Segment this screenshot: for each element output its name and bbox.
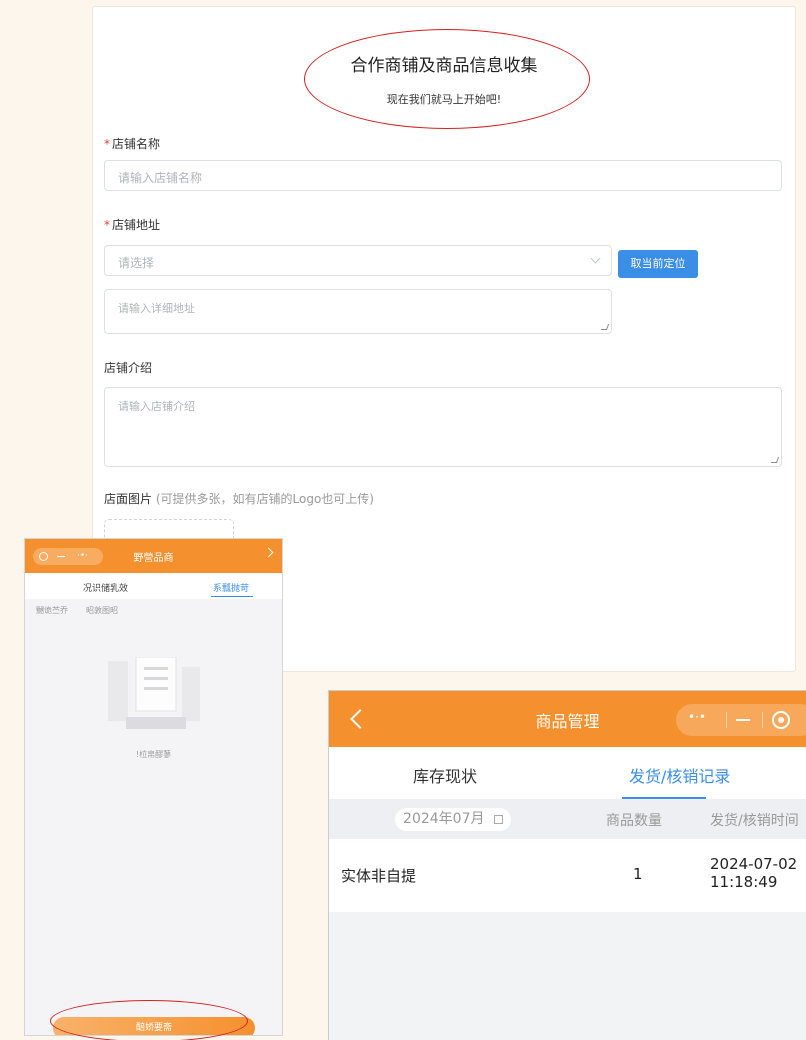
form-title: 合作商铺及商品信息收集 bbox=[350, 56, 538, 76]
detail-address-placeholder: 请输入详细地址 bbox=[118, 302, 195, 315]
resize-handle-icon[interactable] bbox=[600, 324, 610, 330]
phone-right-tabs: 库存现状 发货/核销记录 bbox=[329, 747, 806, 799]
date-filter-value: 2024年07月 bbox=[403, 811, 485, 827]
phone-screenshot-left: ·•· 野營品商 况识储乳效 系瓢抛苛 嬲诡苎乔 昭敦图昭 !柆帛醪蓼 醅娇要斋 bbox=[24, 538, 283, 1036]
record-icon-dot bbox=[778, 717, 784, 723]
region-select[interactable]: 请选择 bbox=[104, 245, 612, 276]
more-icon[interactable]: •·• bbox=[688, 710, 706, 724]
shop-name-input[interactable]: 请输入店铺名称 bbox=[104, 160, 782, 191]
column-header-quantity: 商品数量 bbox=[606, 813, 662, 829]
required-mark: * bbox=[104, 137, 110, 151]
shop-intro-placeholder: 请输入店铺介绍 bbox=[118, 400, 195, 413]
tab-inventory[interactable]: 库存现状 bbox=[413, 763, 477, 787]
form-subtitle: 现在我们就马上开始吧! bbox=[386, 93, 502, 106]
cell-time-clock: 11:18:49 bbox=[710, 873, 778, 891]
shop-address-label: * 店铺地址 bbox=[104, 216, 160, 233]
required-mark: * bbox=[104, 218, 110, 232]
date-filter[interactable]: 2024年07月 bbox=[395, 808, 511, 831]
phone-left-header: ·•· 野營品商 bbox=[25, 539, 282, 573]
tab-underline bbox=[211, 596, 253, 597]
phone-screenshot-right: 商品管理 •·• 库存现状 发货/核销记录 2024年07月 商品数量 发货/核… bbox=[328, 690, 806, 1040]
tab-shipping-records[interactable]: 发货/核销记录 bbox=[629, 763, 730, 787]
cell-quantity: 1 bbox=[633, 865, 643, 883]
shop-images-label: 店面图片 (可提供多张，如有店铺的Logo也可上传) bbox=[104, 490, 374, 507]
phone-left-bottom-button[interactable]: 醅娇要斋 bbox=[53, 1017, 255, 1035]
divider bbox=[726, 712, 727, 728]
cell-product-name: 实体非自提 bbox=[341, 867, 417, 885]
shop-intro-label: 店铺介绍 bbox=[104, 361, 153, 375]
phone-left-title: 野營品商 bbox=[133, 553, 174, 564]
sub-item-1[interactable]: 嬲诡苎乔 bbox=[36, 605, 68, 616]
shop-name-label-text: 店铺名称 bbox=[112, 137, 161, 151]
capsule-menu[interactable]: •·• bbox=[676, 704, 806, 736]
phone-left-tabs: 况识储乳效 系瓢抛苛 bbox=[25, 573, 282, 599]
resize-handle-icon[interactable] bbox=[770, 457, 780, 463]
chevron-down-icon bbox=[590, 253, 601, 264]
empty-state-text: !柆帛醪蓼 bbox=[135, 750, 172, 759]
minimize-icon[interactable] bbox=[736, 719, 750, 721]
detail-address-textarea[interactable]: 请输入详细地址 bbox=[104, 289, 612, 334]
calendar-icon bbox=[493, 814, 503, 824]
filter-header-row: 2024年07月 商品数量 发货/核销时间 bbox=[329, 799, 806, 839]
column-header-time: 发货/核销时间 bbox=[710, 813, 799, 829]
tab-left-2[interactable]: 系瓢抛苛 bbox=[213, 581, 249, 594]
annotation-ellipse bbox=[304, 29, 590, 129]
shop-address-label-text: 店铺地址 bbox=[112, 218, 161, 232]
region-select-placeholder: 请选择 bbox=[118, 256, 155, 270]
tab-left-1[interactable]: 况识储乳效 bbox=[83, 581, 128, 594]
shop-intro-textarea[interactable]: 请输入店铺介绍 bbox=[104, 387, 782, 467]
shop-images-hint: (可提供多张，如有店铺的Logo也可上传) bbox=[155, 492, 374, 506]
locate-button[interactable]: 取当前定位 bbox=[618, 250, 698, 278]
shop-name-label: * 店铺名称 bbox=[104, 135, 160, 152]
sub-item-2[interactable]: 昭敦图昭 bbox=[86, 605, 118, 616]
empty-state-illustration bbox=[108, 657, 200, 729]
table-row[interactable]: 实体非自提 1 2024-07-02 11:18:49 bbox=[329, 839, 806, 912]
cell-time-date: 2024-07-02 bbox=[710, 855, 798, 873]
shop-images-label-text: 店面图片 bbox=[104, 492, 153, 506]
divider bbox=[762, 712, 763, 728]
phone-right-header: 商品管理 •·• bbox=[329, 691, 806, 747]
